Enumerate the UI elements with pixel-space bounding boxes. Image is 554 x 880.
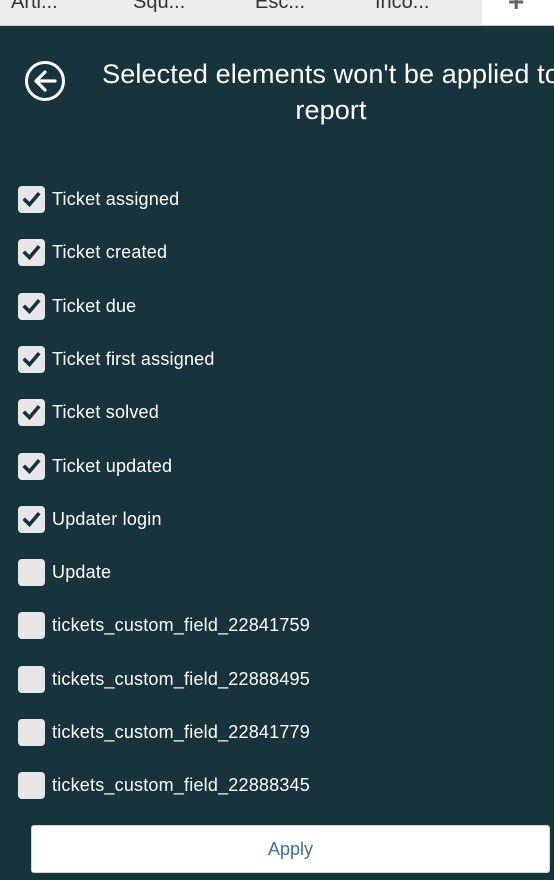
page-title: Selected elements won't be applied to re… (102, 59, 554, 125)
checkbox[interactable] (18, 238, 45, 266)
list-item[interactable]: tickets_custom_field_22888495 (18, 665, 310, 693)
checkbox[interactable] (18, 292, 45, 320)
list-item-label: Ticket updated (52, 455, 173, 476)
list-item-label: Ticket created (52, 241, 168, 262)
list-item-label: tickets_custom_field_22841779 (52, 721, 310, 742)
list-item-label: tickets_custom_field_22841759 (52, 614, 310, 635)
checkmark-icon (22, 404, 41, 420)
list-item[interactable]: tickets_custom_field_22841779 (18, 718, 310, 746)
checkbox[interactable] (18, 345, 45, 373)
add-tab-button[interactable]: + (482, 0, 554, 25)
list-item[interactable]: Ticket updated (18, 452, 172, 480)
checkbox[interactable] (18, 505, 45, 533)
list-item[interactable]: Update (18, 558, 111, 586)
list-item-label: Ticket first assigned (52, 348, 215, 369)
list-item-label: tickets_custom_field_22888345 (52, 774, 310, 795)
list-item[interactable]: Ticket assigned (18, 185, 179, 213)
checkbox[interactable] (18, 611, 45, 639)
list-item-label: tickets_custom_field_22888495 (52, 668, 310, 689)
list-item[interactable]: Ticket first assigned (18, 345, 215, 373)
back-arrow-circle-icon (25, 61, 65, 101)
plus-icon: + (508, 0, 525, 17)
list-item-label: Ticket due (52, 295, 137, 316)
list-item[interactable]: tickets_custom_field_22888345 (18, 771, 310, 799)
list-item-label: Ticket solved (52, 401, 159, 422)
tab-bar: Arti... Squ... Esc... Inco... + (0, 0, 554, 26)
checkbox[interactable] (18, 452, 45, 480)
checkmark-icon (22, 298, 41, 314)
list-item[interactable]: Ticket solved (18, 398, 159, 426)
checkbox[interactable] (18, 771, 45, 799)
list-item[interactable]: tickets_custom_field_22841759 (18, 611, 310, 639)
checkbox[interactable] (18, 398, 45, 426)
checkmark-icon (22, 351, 41, 367)
tab-3[interactable]: Inco... (0, 0, 554, 25)
list-item-label: Ticket assigned (52, 188, 180, 209)
checkmark-icon (22, 191, 41, 207)
list-item[interactable]: Ticket due (18, 292, 136, 320)
checkmark-icon (22, 244, 41, 260)
checkbox[interactable] (18, 718, 45, 746)
checkmark-icon (22, 511, 41, 527)
list-item-label: Updater login (52, 508, 162, 529)
apply-button[interactable]: Apply (31, 825, 550, 873)
checkbox[interactable] (18, 185, 45, 213)
apply-button-label: Apply (267, 838, 314, 859)
back-button[interactable] (24, 60, 66, 102)
tab-3-label: Inco... (375, 0, 430, 13)
list-item[interactable]: Ticket created (18, 238, 167, 266)
list-item-label: Update (52, 561, 112, 582)
checkbox[interactable] (18, 665, 45, 693)
checkbox[interactable] (18, 558, 45, 586)
checkmark-icon (22, 458, 41, 474)
list-item[interactable]: Updater login (18, 505, 162, 533)
